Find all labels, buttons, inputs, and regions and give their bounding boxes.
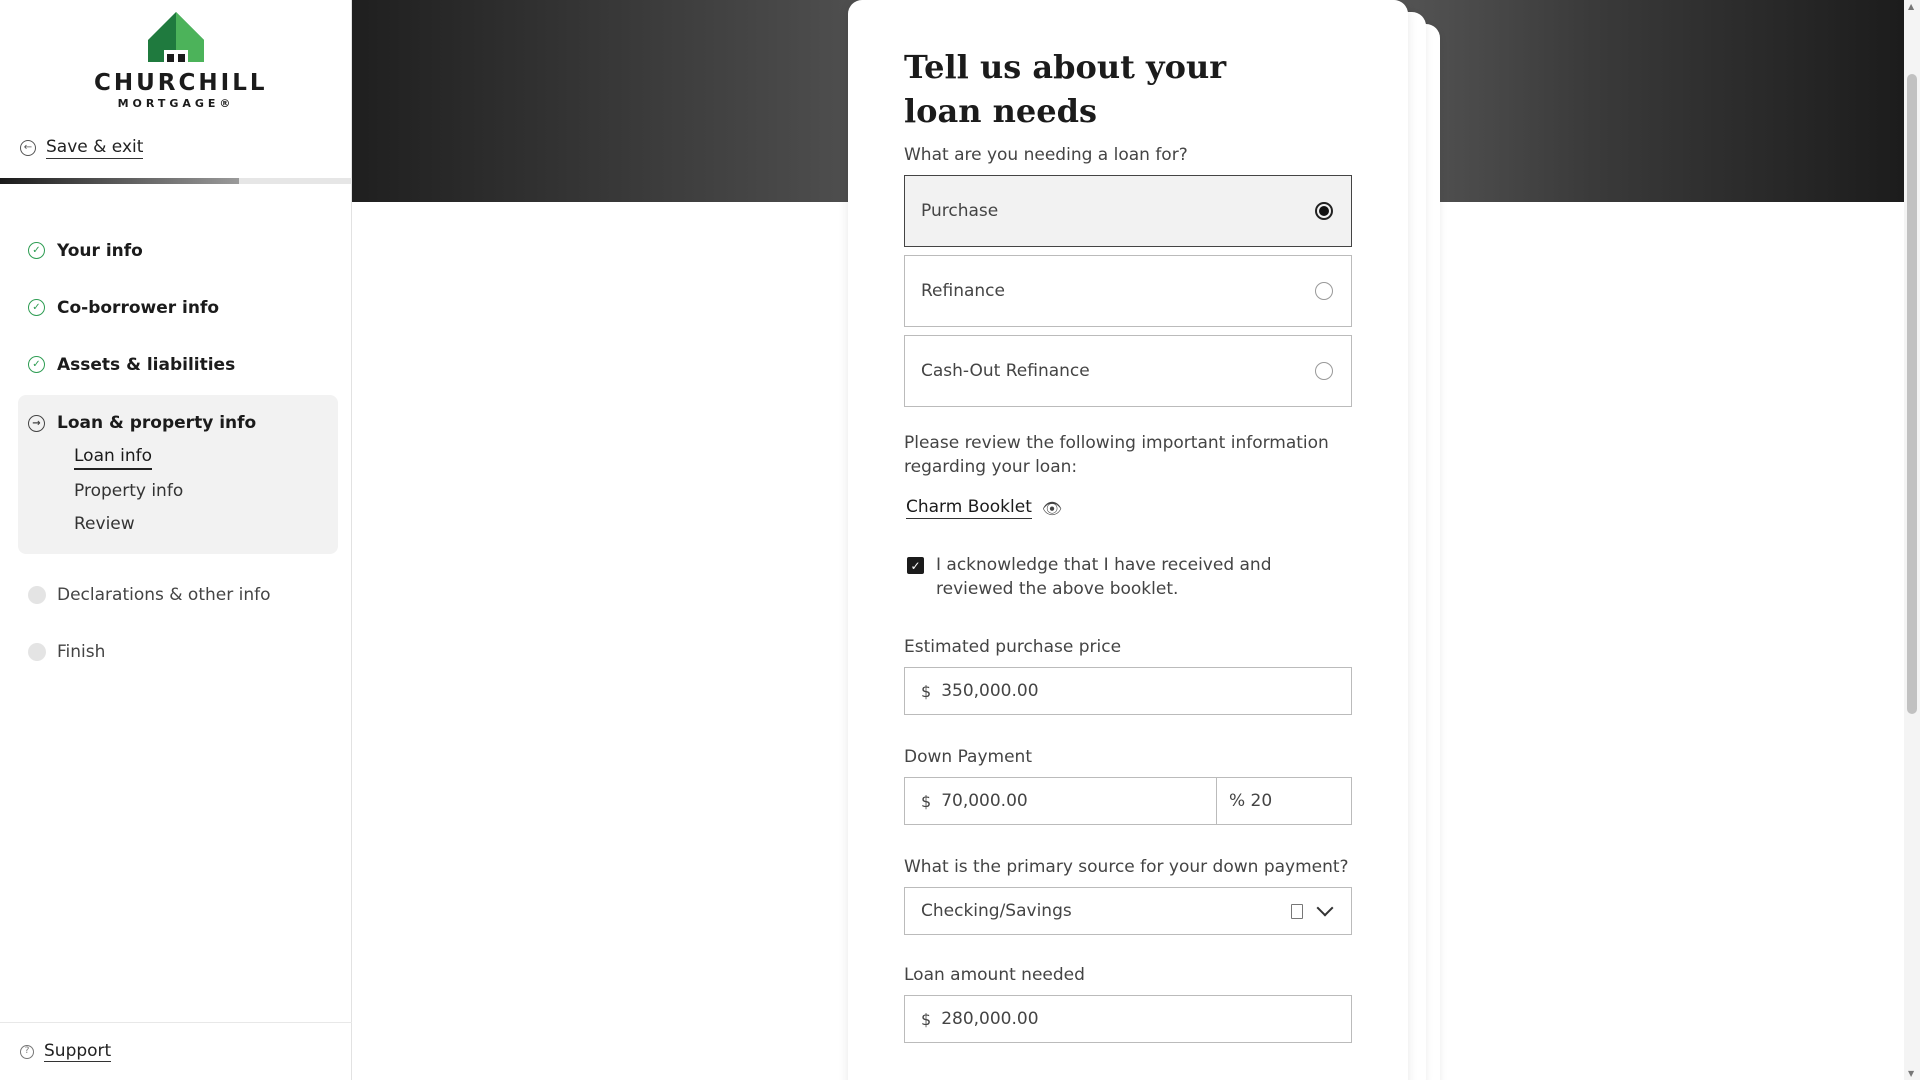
nav-item-your-info[interactable]: ✓ Your info xyxy=(18,222,338,279)
option-label: Refinance xyxy=(921,281,1005,301)
chevron-down-icon xyxy=(1316,899,1334,917)
loan-amount-input[interactable]: $ 280,000.00 xyxy=(904,995,1352,1043)
logo-wordmark: CHURCHILL xyxy=(94,70,268,96)
step-nav: ✓ Your info ✓ Co-borrower info ✓ Assets … xyxy=(18,222,338,680)
pending-dot-icon xyxy=(28,642,46,661)
down-payment-source-select[interactable]: Checking/Savings xyxy=(904,887,1352,935)
nav-item-assets-liabilities[interactable]: ✓ Assets & liabilities xyxy=(18,336,338,393)
back-arrow-icon: ← xyxy=(20,140,36,156)
loan-amount-label: Loan amount needed xyxy=(904,965,1085,985)
option-label: Cash-Out Refinance xyxy=(921,361,1090,381)
support-label: Support xyxy=(44,1041,112,1062)
radio-selected-icon[interactable] xyxy=(1315,202,1333,220)
down-payment-percent: % 20 xyxy=(1229,791,1273,811)
save-exit-link[interactable]: ← Save & exit xyxy=(20,137,144,159)
nav-subitem-label: Review xyxy=(74,513,135,534)
house-logo-icon xyxy=(148,12,204,62)
document-icon xyxy=(1291,903,1303,919)
eye-icon: 👁 xyxy=(1041,498,1063,518)
nav-label: Your info xyxy=(57,240,143,261)
currency-symbol: $ xyxy=(921,681,932,701)
option-purchase[interactable]: Purchase xyxy=(904,175,1352,247)
save-exit-label: Save & exit xyxy=(46,137,144,159)
currency-symbol: $ xyxy=(921,1009,932,1029)
scroll-up-icon[interactable]: ▲ xyxy=(1908,2,1914,11)
review-notice: Please review the following important in… xyxy=(904,433,1329,477)
nav-item-loan-property-info[interactable]: → Loan & property info xyxy=(18,405,338,441)
down-payment-value: 70,000.00 xyxy=(941,791,1028,811)
booklet-label: Charm Booklet xyxy=(906,497,1032,519)
progress-bar xyxy=(0,178,352,184)
option-refinance[interactable]: Refinance xyxy=(904,255,1352,327)
option-cash-out-refinance[interactable]: Cash-Out Refinance xyxy=(904,335,1352,407)
loan-purpose-label: What are you needing a loan for? xyxy=(904,145,1188,165)
price-label: Estimated purchase price xyxy=(904,637,1122,657)
question-circle-icon: ? xyxy=(20,1044,34,1059)
nav-label: Declarations & other info xyxy=(57,584,271,605)
arrow-right-circle-icon: → xyxy=(28,414,45,432)
currency-symbol: $ xyxy=(921,791,932,811)
sidebar: CHURCHILL MORTGAGE® ← Save & exit ✓ Your… xyxy=(0,0,352,1080)
nav-label: Loan & property info xyxy=(57,413,257,433)
scroll-down-icon[interactable]: ▼ xyxy=(1908,1069,1914,1078)
source-label: What is the primary source for your down… xyxy=(904,857,1349,877)
scrollbar-thumb[interactable] xyxy=(1907,74,1917,714)
acknowledge-text: I acknowledge that I have received and r… xyxy=(936,555,1272,599)
down-payment-label: Down Payment xyxy=(904,747,1032,767)
radio-icon[interactable] xyxy=(1315,282,1333,300)
pending-dot-icon xyxy=(28,585,46,604)
acknowledge-row: ✓ I acknowledge that I have received and… xyxy=(904,553,1352,601)
down-payment-row: $ 70,000.00 % 20 xyxy=(904,777,1352,825)
down-payment-amount-input[interactable]: $ 70,000.00 xyxy=(904,777,1217,825)
nav-label: Co-borrower info xyxy=(57,297,220,318)
progress-fill xyxy=(0,178,240,184)
nav-subitem-property-info[interactable]: Property info xyxy=(18,474,338,507)
nav-subitem-label: Loan info xyxy=(74,446,153,470)
acknowledge-checkbox[interactable]: ✓ xyxy=(907,557,924,574)
down-payment-percent-input[interactable]: % 20 xyxy=(1217,777,1352,825)
nav-item-finish[interactable]: Finish xyxy=(18,623,338,680)
purchase-price-input[interactable]: $ 350,000.00 xyxy=(904,667,1352,715)
page-scrollbar[interactable]: ▲ ▼ xyxy=(1904,0,1920,1080)
loan-form-card: Tell us about your loan needs What are y… xyxy=(848,0,1408,1080)
nav-subitem-loan-info[interactable]: Loan info xyxy=(18,441,338,474)
loan-amount-value: 280,000.00 xyxy=(941,1009,1039,1029)
option-label: Purchase xyxy=(921,201,999,221)
churchill-logo[interactable]: CHURCHILL MORTGAGE® xyxy=(94,10,268,110)
nav-subitem-review[interactable]: Review xyxy=(18,507,338,540)
nav-item-declarations[interactable]: Declarations & other info xyxy=(18,566,338,623)
support-link[interactable]: ? Support xyxy=(0,1022,352,1080)
price-value: 350,000.00 xyxy=(941,681,1039,701)
nav-item-co-borrower-info[interactable]: ✓ Co-borrower info xyxy=(18,279,338,336)
page-title: Tell us about your loan needs xyxy=(904,48,1227,130)
nav-group-loan-property: → Loan & property info Loan info Propert… xyxy=(18,395,338,554)
nav-label: Assets & liabilities xyxy=(57,354,236,375)
check-circle-icon: ✓ xyxy=(28,356,45,373)
logo-subtitle: MORTGAGE® xyxy=(117,97,235,110)
radio-icon[interactable] xyxy=(1315,362,1333,380)
source-value: Checking/Savings xyxy=(921,901,1072,921)
check-circle-icon: ✓ xyxy=(28,299,45,316)
nav-subitem-label: Property info xyxy=(74,480,184,501)
nav-label: Finish xyxy=(57,641,106,662)
charm-booklet-link[interactable]: Charm Booklet 👁 xyxy=(904,497,1352,519)
check-circle-icon: ✓ xyxy=(28,242,45,259)
